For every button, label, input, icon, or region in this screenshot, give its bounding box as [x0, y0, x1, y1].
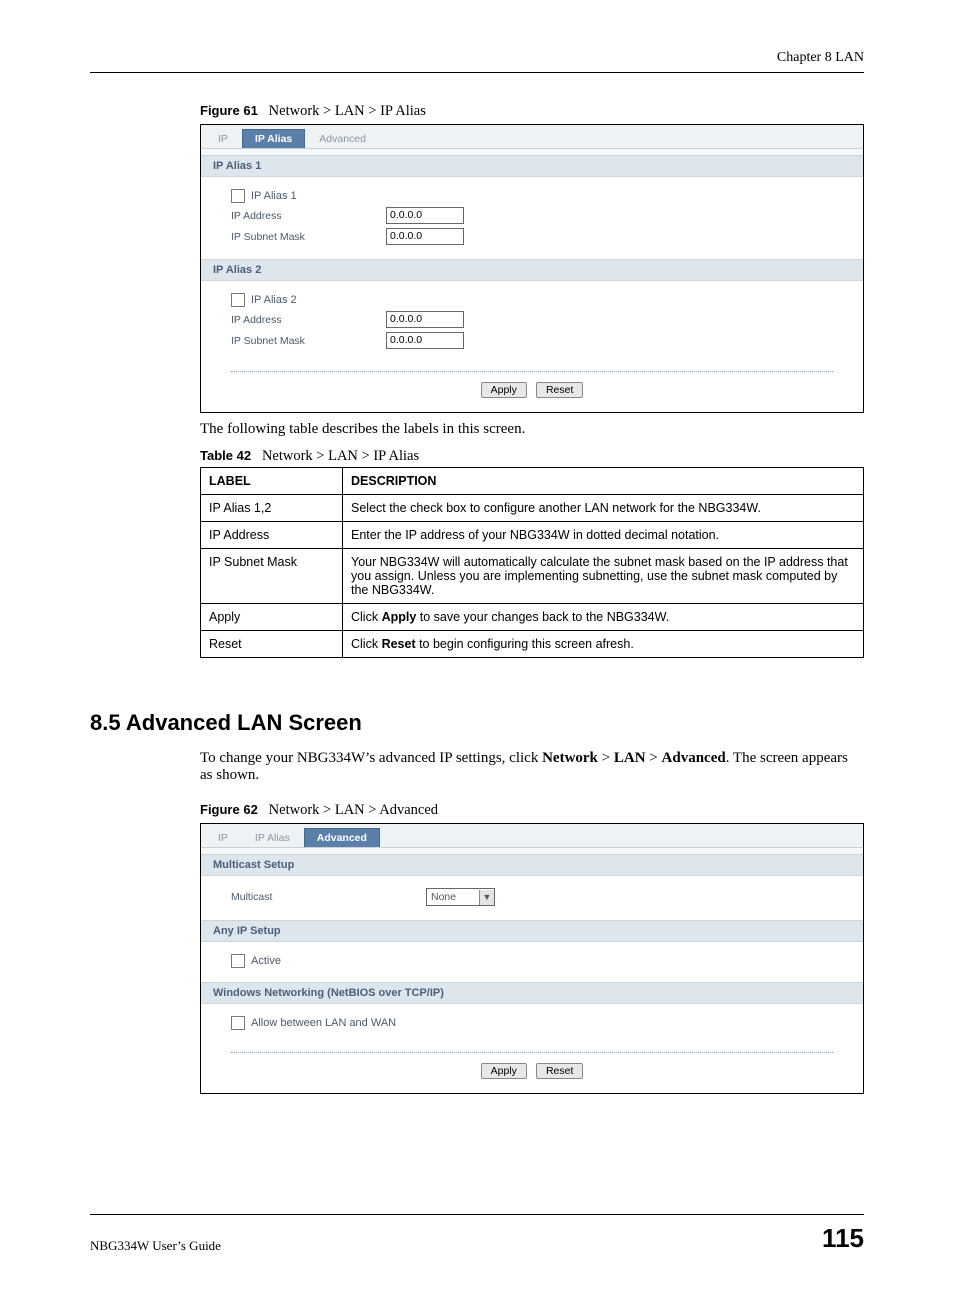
- reset-button-1[interactable]: Reset: [536, 382, 583, 398]
- cell-label: Apply: [201, 604, 343, 631]
- table-row: IP Alias 1,2 Select the check box to con…: [201, 495, 864, 522]
- figure61-title: Network > LAN > IP Alias: [269, 103, 426, 119]
- tab-ip-2[interactable]: IP: [205, 828, 241, 847]
- table-head-row: LABEL DESCRIPTION: [201, 468, 864, 495]
- table42-title: Network > LAN > IP Alias: [262, 448, 419, 464]
- txt: >: [598, 750, 614, 766]
- table42-caption: Table 42 Network > LAN > IP Alias: [200, 448, 864, 465]
- cell-desc: Select the check box to configure anothe…: [343, 495, 864, 522]
- table42: LABEL DESCRIPTION IP Alias 1,2 Select th…: [200, 467, 864, 658]
- figure62-panel: IP IP Alias Advanced Multicast Setup Mul…: [200, 823, 864, 1094]
- label-multicast: Multicast: [231, 891, 426, 903]
- label-ip-alias-2: IP Alias 2: [251, 294, 297, 306]
- footer-page-number: 115: [822, 1223, 864, 1254]
- reset-button-2[interactable]: Reset: [536, 1063, 583, 1079]
- tabbar-2: IP IP Alias Advanced: [201, 824, 863, 848]
- figure62-caption: Figure 62 Network > LAN > Advanced: [200, 802, 864, 819]
- figure62-label: Figure 62: [200, 802, 258, 817]
- page-footer: NBG334W User’s Guide 115: [90, 1214, 864, 1254]
- cell-desc: Your NBG334W will automatically calculat…: [343, 549, 864, 604]
- label-ip-address-2: IP Address: [231, 314, 386, 326]
- section-multicast-header: Multicast Setup: [201, 854, 863, 876]
- cell-desc: Click Apply to save your changes back to…: [343, 604, 864, 631]
- separator: [231, 371, 833, 372]
- txt: Click: [351, 610, 382, 624]
- cell-label: IP Alias 1,2: [201, 495, 343, 522]
- table42-label: Table 42: [200, 448, 251, 463]
- tab-ip[interactable]: IP: [205, 129, 241, 148]
- section-ip-alias-2-header: IP Alias 2: [201, 259, 863, 281]
- txt: to save your changes back to the NBG334W…: [416, 610, 669, 624]
- cell-desc: Click Reset to begin configuring this sc…: [343, 631, 864, 658]
- th-desc: DESCRIPTION: [343, 468, 864, 495]
- bold: Network: [542, 750, 598, 766]
- bold: Advanced: [662, 750, 726, 766]
- para-table-intro: The following table describes the labels…: [200, 421, 864, 438]
- label-ip-alias-1: IP Alias 1: [251, 190, 297, 202]
- tab-advanced[interactable]: Advanced: [306, 129, 379, 148]
- tab-ip-alias[interactable]: IP Alias: [242, 129, 305, 148]
- section-ip-alias-1-body: IP Alias 1 IP Address IP Subnet Mask: [201, 177, 863, 259]
- cell-label: IP Address: [201, 522, 343, 549]
- label-ip-address-1: IP Address: [231, 210, 386, 222]
- table-row: IP Subnet Mask Your NBG334W will automat…: [201, 549, 864, 604]
- table-row: Reset Click Reset to begin configuring t…: [201, 631, 864, 658]
- figure62-title: Network > LAN > Advanced: [269, 802, 438, 818]
- cell-desc: Enter the IP address of your NBG334W in …: [343, 522, 864, 549]
- tabbar-1: IP IP Alias Advanced: [201, 125, 863, 149]
- label-active: Active: [251, 955, 281, 967]
- checkbox-ip-alias-1[interactable]: [231, 189, 245, 203]
- page-header: Chapter 8 LAN: [90, 50, 864, 73]
- checkbox-active[interactable]: [231, 954, 245, 968]
- th-label: LABEL: [201, 468, 343, 495]
- section-ip-alias-1-header: IP Alias 1: [201, 155, 863, 177]
- para-8-5-intro: To change your NBG334W’s advanced IP set…: [200, 750, 864, 784]
- table-row: Apply Click Apply to save your changes b…: [201, 604, 864, 631]
- apply-button-1[interactable]: Apply: [481, 382, 527, 398]
- tab-advanced-2[interactable]: Advanced: [304, 828, 380, 847]
- apply-button-2[interactable]: Apply: [481, 1063, 527, 1079]
- input-ip-address-2[interactable]: [386, 311, 464, 328]
- figure61-panel: IP IP Alias Advanced IP Alias 1 IP Alias…: [200, 124, 864, 413]
- txt: Click: [351, 637, 382, 651]
- figure61-caption: Figure 61 Network > LAN > IP Alias: [200, 103, 864, 120]
- label-subnet-mask-2: IP Subnet Mask: [231, 335, 386, 347]
- cell-label: Reset: [201, 631, 343, 658]
- txt: to begin configuring this screen afresh.: [416, 637, 634, 651]
- section-anyip-body: Active: [201, 942, 863, 982]
- bold: LAN: [614, 750, 646, 766]
- input-subnet-mask-1[interactable]: [386, 228, 464, 245]
- select-multicast-value: None: [427, 891, 479, 903]
- checkbox-ip-alias-2[interactable]: [231, 293, 245, 307]
- figure61-label: Figure 61: [200, 103, 258, 118]
- heading-8-5: 8.5 Advanced LAN Screen: [90, 710, 864, 736]
- label-allow-lan-wan: Allow between LAN and WAN: [251, 1017, 396, 1029]
- txt: To change your NBG334W’s advanced IP set…: [200, 750, 542, 766]
- cell-label: IP Subnet Mask: [201, 549, 343, 604]
- label-subnet-mask-1: IP Subnet Mask: [231, 231, 386, 243]
- txt: >: [646, 750, 662, 766]
- select-multicast[interactable]: None ▼: [426, 888, 495, 906]
- input-ip-address-1[interactable]: [386, 207, 464, 224]
- bold: Reset: [382, 637, 416, 651]
- input-subnet-mask-2[interactable]: [386, 332, 464, 349]
- section-anyip-header: Any IP Setup: [201, 920, 863, 942]
- table-row: IP Address Enter the IP address of your …: [201, 522, 864, 549]
- footer-guide: NBG334W User’s Guide: [90, 1238, 221, 1254]
- bold: Apply: [382, 610, 417, 624]
- checkbox-allow-lan-wan[interactable]: [231, 1016, 245, 1030]
- section-ip-alias-2-body: IP Alias 2 IP Address IP Subnet Mask: [201, 281, 863, 363]
- section-netbios-body: Allow between LAN and WAN: [201, 1004, 863, 1044]
- separator-2: [231, 1052, 833, 1053]
- section-netbios-header: Windows Networking (NetBIOS over TCP/IP): [201, 982, 863, 1004]
- section-multicast-body: Multicast None ▼: [201, 876, 863, 920]
- chevron-down-icon: ▼: [479, 890, 494, 905]
- tab-ip-alias-2[interactable]: IP Alias: [242, 828, 303, 847]
